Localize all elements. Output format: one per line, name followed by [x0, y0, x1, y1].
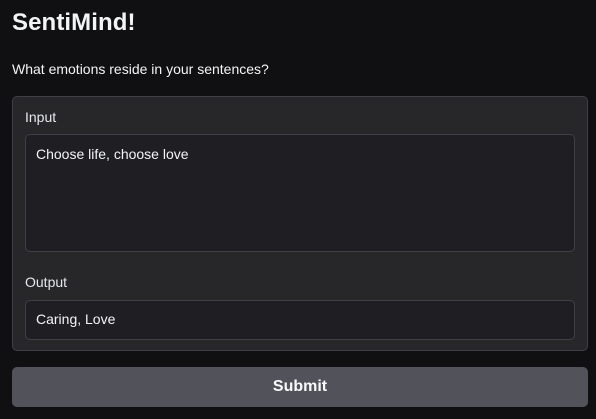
- output-field[interactable]: Caring, Love: [25, 300, 575, 340]
- submit-button[interactable]: Submit: [12, 367, 588, 407]
- input-label: Input: [25, 109, 57, 125]
- input-textarea[interactable]: Choose life, choose love: [25, 134, 575, 252]
- app-title: SentiMind!: [12, 9, 136, 36]
- app-page: SentiMind! What emotions reside in your …: [0, 0, 596, 419]
- io-panel: Input Choose life, choose love Output Ca…: [12, 96, 588, 351]
- app-description: What emotions reside in your sentences?: [12, 61, 269, 77]
- output-label: Output: [25, 274, 68, 290]
